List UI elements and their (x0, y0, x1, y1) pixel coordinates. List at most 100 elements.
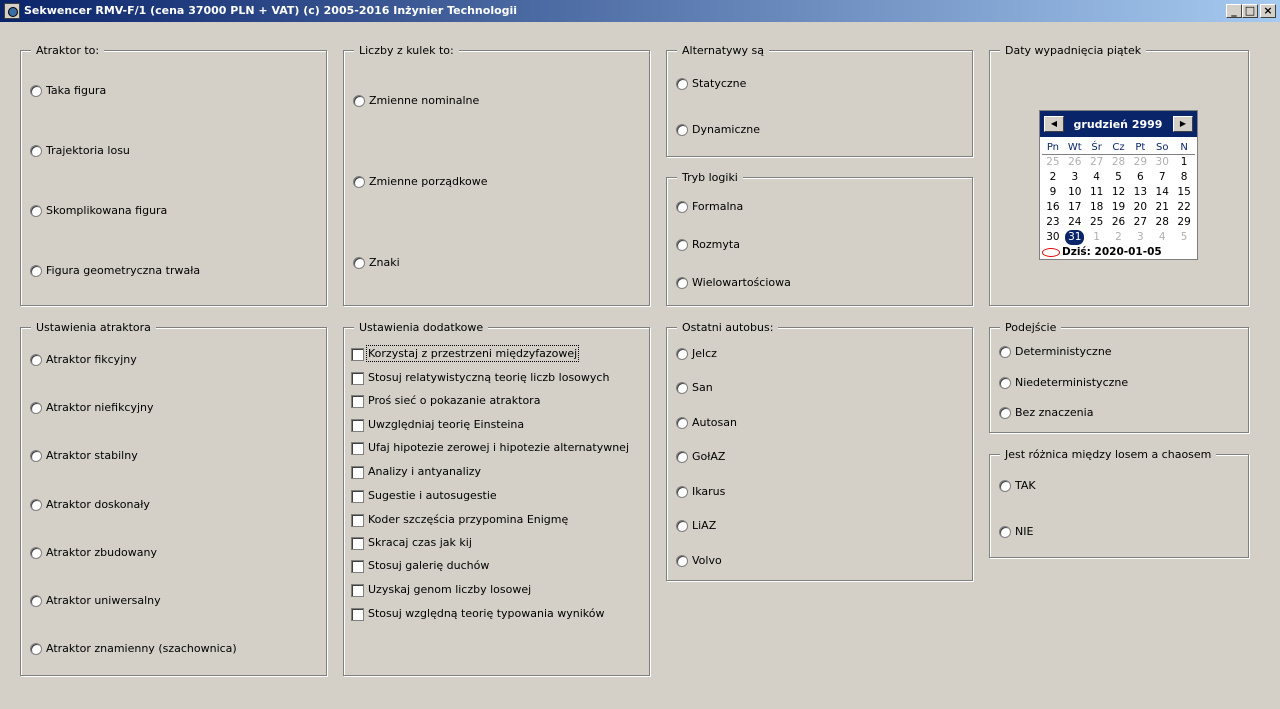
checkbox[interactable] (351, 466, 364, 479)
calendar-day[interactable]: 30 (1151, 155, 1173, 170)
calendar-day[interactable]: 23 (1042, 215, 1064, 230)
calendar-day[interactable]: 29 (1129, 155, 1151, 170)
radio-button[interactable] (30, 547, 42, 559)
radio-button[interactable] (676, 239, 688, 251)
calendar-day[interactable]: 3 (1064, 170, 1086, 185)
radio-button[interactable] (30, 499, 42, 511)
calendar-day[interactable]: 17 (1064, 200, 1086, 215)
radio-button[interactable] (676, 382, 688, 394)
checkbox[interactable] (351, 490, 364, 503)
calendar-day[interactable]: 24 (1064, 215, 1086, 230)
calendar-day[interactable]: 7 (1151, 170, 1173, 185)
calendar-day[interactable]: 10 (1064, 185, 1086, 200)
radio-button[interactable] (999, 346, 1011, 358)
calendar-day[interactable]: 18 (1086, 200, 1108, 215)
app-icon[interactable] (4, 3, 20, 19)
calendar-day[interactable]: 5 (1173, 230, 1195, 245)
radio-button[interactable] (353, 95, 365, 107)
today-link[interactable]: Dziś: 2020-01-05 (1042, 246, 1162, 258)
checkbox[interactable] (351, 514, 364, 527)
checkbox[interactable] (351, 584, 364, 597)
calendar-day[interactable]: 21 (1151, 200, 1173, 215)
radio-button[interactable] (676, 78, 688, 90)
radio-button[interactable] (30, 595, 42, 607)
radio-button[interactable] (676, 486, 688, 498)
calendar-day[interactable]: 29 (1173, 215, 1195, 230)
checkbox[interactable] (351, 608, 364, 621)
calendar-day[interactable]: 12 (1108, 185, 1130, 200)
calendar-day[interactable]: 4 (1151, 230, 1173, 245)
title-bar[interactable]: Sekwencer RMV-F/1 (cena 37000 PLN + VAT)… (0, 0, 1280, 22)
month-calendar[interactable]: ◀ grudzień 2999 ▶ Pn Wt Śr Cz Pt So N 25… (1039, 110, 1198, 260)
radio-button[interactable] (999, 407, 1011, 419)
radio-button[interactable] (30, 85, 42, 97)
calendar-day[interactable]: 20 (1129, 200, 1151, 215)
calendar-day[interactable]: 11 (1086, 185, 1108, 200)
close-button[interactable]: × (1260, 4, 1276, 18)
calendar-day[interactable]: 19 (1108, 200, 1130, 215)
calendar-day[interactable]: 26 (1064, 155, 1086, 170)
calendar-day[interactable]: 27 (1129, 215, 1151, 230)
calendar-day[interactable]: 16 (1042, 200, 1064, 215)
radio-button[interactable] (676, 348, 688, 360)
radio-button[interactable] (30, 265, 42, 277)
calendar-day[interactable]: 9 (1042, 185, 1064, 200)
calendar-day[interactable]: 28 (1108, 155, 1130, 170)
calendar-day[interactable]: 1 (1086, 230, 1108, 245)
radio-button[interactable] (30, 402, 42, 414)
radio-button[interactable] (999, 526, 1011, 538)
calendar-day[interactable]: 25 (1086, 215, 1108, 230)
radio-button[interactable] (999, 480, 1011, 492)
group-legend: Tryb logiki (677, 171, 743, 184)
calendar-day[interactable]: 22 (1173, 200, 1195, 215)
radio-button[interactable] (676, 555, 688, 567)
checkbox[interactable] (351, 537, 364, 550)
calendar-day[interactable]: 1 (1173, 155, 1195, 170)
calendar-month-label[interactable]: grudzień 2999 (1066, 118, 1170, 131)
radio-button[interactable] (353, 176, 365, 188)
group-legend: Daty wypadnięcia piątek (1000, 44, 1147, 57)
calendar-day[interactable]: 8 (1173, 170, 1195, 185)
calendar-day[interactable]: 6 (1129, 170, 1151, 185)
calendar-day[interactable]: 4 (1086, 170, 1108, 185)
checkbox[interactable] (351, 442, 364, 455)
checkbox[interactable] (351, 560, 364, 573)
calendar-day[interactable]: 15 (1173, 185, 1195, 200)
calendar-day[interactable]: 3 (1129, 230, 1151, 245)
checkbox[interactable] (351, 372, 364, 385)
radio-button[interactable] (30, 643, 42, 655)
checkbox[interactable] (351, 419, 364, 432)
calendar-day[interactable]: 2 (1042, 170, 1064, 185)
radio-button[interactable] (676, 417, 688, 429)
calendar-day[interactable]: 13 (1129, 185, 1151, 200)
calendar-day[interactable]: 14 (1151, 185, 1173, 200)
radio-button[interactable] (676, 124, 688, 136)
radio-button[interactable] (999, 377, 1011, 389)
radio-button[interactable] (676, 201, 688, 213)
maximize-button[interactable]: □ (1242, 4, 1258, 18)
calendar-day-selected[interactable]: 31 (1064, 230, 1086, 245)
calendar-day[interactable]: 27 (1086, 155, 1108, 170)
radio-button[interactable] (30, 205, 42, 217)
checkbox[interactable] (351, 348, 364, 361)
option-label: Atraktor znamienny (szachownica) (46, 642, 237, 655)
calendar-day[interactable]: 5 (1108, 170, 1130, 185)
calendar-day[interactable]: 26 (1108, 215, 1130, 230)
radio-button[interactable] (676, 520, 688, 532)
calendar-day[interactable]: 30 (1042, 230, 1064, 245)
radio-button[interactable] (353, 257, 365, 269)
option-label: Zmienne porządkowe (369, 175, 488, 188)
calendar-day[interactable]: 2 (1108, 230, 1130, 245)
calendar-day[interactable]: 28 (1151, 215, 1173, 230)
radio-button[interactable] (30, 354, 42, 366)
checkbox[interactable] (351, 395, 364, 408)
radio-button[interactable] (30, 145, 42, 157)
radio-button[interactable] (676, 451, 688, 463)
group-legend: Atraktor to: (31, 44, 105, 57)
prev-month-button[interactable]: ◀ (1044, 116, 1064, 132)
next-month-button[interactable]: ▶ (1173, 116, 1193, 132)
radio-button[interactable] (30, 450, 42, 462)
radio-button[interactable] (676, 277, 688, 289)
calendar-day[interactable]: 25 (1042, 155, 1064, 170)
minimize-button[interactable]: _ (1226, 4, 1242, 18)
